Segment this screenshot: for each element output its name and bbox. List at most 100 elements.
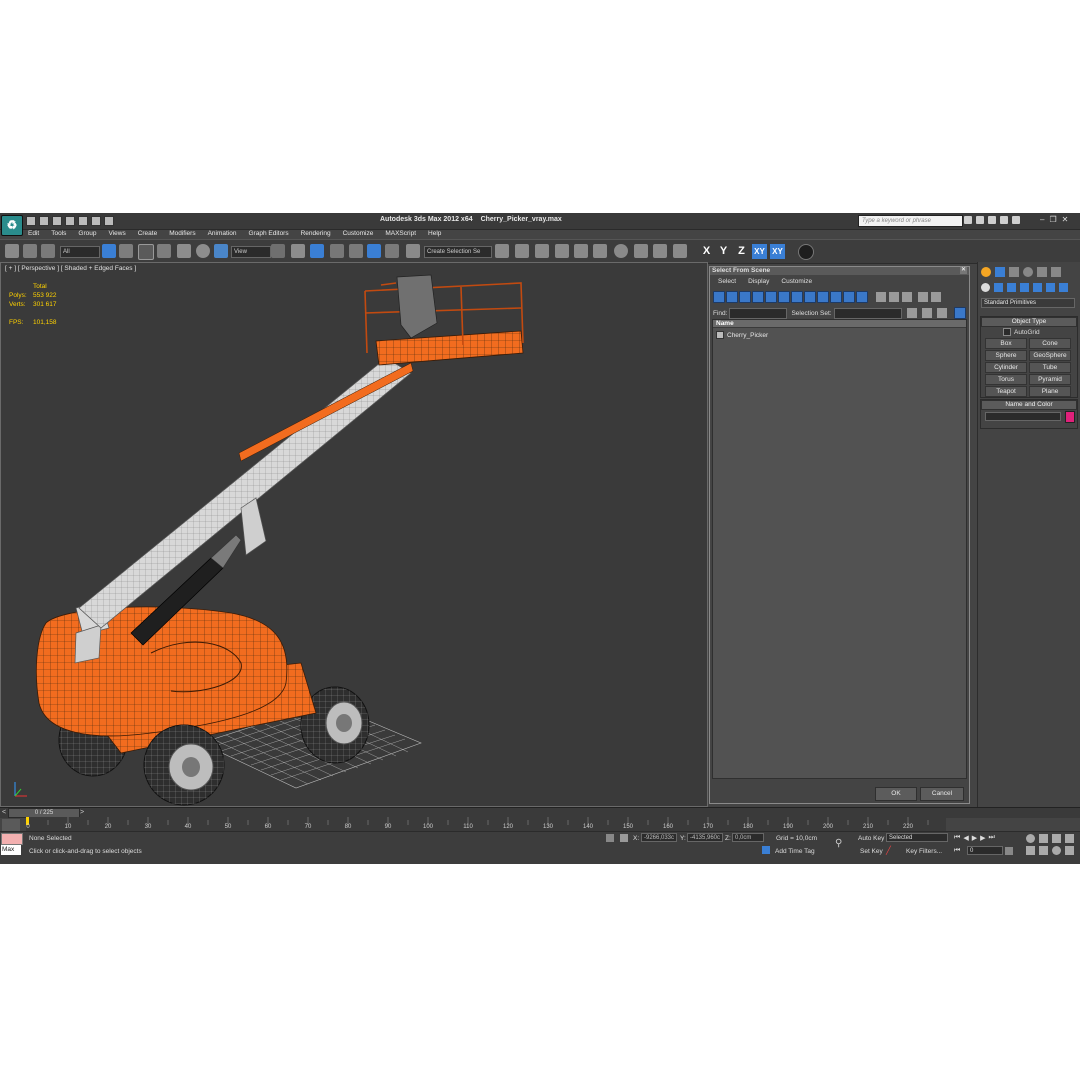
list-item[interactable]: Cherry_Picker xyxy=(716,331,768,339)
primitive-teapot-button[interactable]: Teapot xyxy=(985,386,1027,397)
display-hidden-icon[interactable] xyxy=(856,291,868,303)
find-input[interactable] xyxy=(729,307,788,319)
axis-xy-cycle-button[interactable]: XY xyxy=(770,244,785,259)
create-tab-icon[interactable] xyxy=(981,267,991,277)
display-containers-icon[interactable] xyxy=(830,291,842,303)
keyboard-shortcut-icon[interactable] xyxy=(310,244,324,258)
schematic-view-icon[interactable] xyxy=(593,244,607,258)
axis-xy-button[interactable]: XY xyxy=(752,244,767,259)
autogrid-checkbox[interactable] xyxy=(1003,328,1011,336)
utilities-tab-icon[interactable] xyxy=(1051,267,1061,277)
x-coordinate-field[interactable]: -9266,033c xyxy=(641,833,677,842)
absolute-mode-icon[interactable] xyxy=(620,834,628,842)
menu-rendering[interactable]: Rendering xyxy=(295,229,337,239)
select-by-name-icon[interactable] xyxy=(119,244,133,258)
display-invert-icon[interactable] xyxy=(901,291,913,303)
display-none-icon[interactable] xyxy=(888,291,900,303)
menu-maxscript[interactable]: MAXScript xyxy=(379,229,422,239)
play-icon[interactable]: ▶ xyxy=(972,834,977,842)
scale-icon[interactable] xyxy=(214,244,228,258)
previous-frame-icon[interactable]: ◀ xyxy=(963,834,968,842)
subscription-icon[interactable] xyxy=(976,216,984,224)
primitive-plane-button[interactable]: Plane xyxy=(1029,386,1071,397)
mirror-icon[interactable] xyxy=(495,244,509,258)
dialog-menu-select[interactable]: Select xyxy=(718,278,736,285)
track-bar[interactable]: 0 10 20 30 40 50 60 70 80 90 100 110 120 130 140 150 160… xyxy=(26,817,946,831)
named-selection-dropdown[interactable]: Create Selection Se xyxy=(424,246,492,258)
key-mode-toggle-icon[interactable]: ⏮ xyxy=(954,847,960,855)
cancel-button[interactable]: Cancel xyxy=(920,787,964,801)
selection-set-save-icon[interactable] xyxy=(905,307,918,319)
axis-z-button[interactable]: Z xyxy=(734,244,749,259)
selection-lock-icon[interactable] xyxy=(606,834,614,842)
category-dropdown[interactable]: Standard Primitives xyxy=(981,298,1075,308)
new-file-icon[interactable] xyxy=(26,216,36,226)
filter-options-icon[interactable] xyxy=(930,291,942,303)
next-frame-icon[interactable]: ▶ xyxy=(980,834,985,842)
time-prev-icon[interactable]: < xyxy=(2,809,6,816)
render-production-icon[interactable] xyxy=(673,244,687,258)
layer-manager-icon[interactable] xyxy=(535,244,549,258)
space-warps-icon[interactable] xyxy=(1046,283,1055,292)
display-tab-icon[interactable] xyxy=(1037,267,1047,277)
helpers-icon[interactable] xyxy=(1033,283,1042,292)
edit-named-selection-icon[interactable] xyxy=(406,244,420,258)
y-coordinate-field[interactable]: -4135,960c xyxy=(687,833,723,842)
mini-curve-editor-icon[interactable] xyxy=(2,819,20,831)
menu-create[interactable]: Create xyxy=(132,229,164,239)
menu-help[interactable]: Help xyxy=(422,229,447,239)
menu-edit[interactable]: Edit xyxy=(22,229,45,239)
undo-icon[interactable] xyxy=(65,216,75,226)
go-to-end-icon[interactable]: ⏭ xyxy=(988,834,994,842)
window-crossing-icon[interactable] xyxy=(157,244,171,258)
axis-y-button[interactable]: Y xyxy=(716,244,731,259)
search-input[interactable]: Type a keyword or phrase xyxy=(858,215,963,227)
primitive-cone-button[interactable]: Cone xyxy=(1029,338,1071,349)
pan-view-icon[interactable] xyxy=(1039,846,1048,855)
filter-icon[interactable] xyxy=(917,291,929,303)
reference-coordinate-dropdown[interactable]: View xyxy=(231,246,271,258)
spinner-snap-icon[interactable] xyxy=(385,244,399,258)
favorites-icon[interactable] xyxy=(1000,216,1008,224)
move-icon[interactable] xyxy=(177,244,191,258)
primitive-geosphere-button[interactable]: GeoSphere xyxy=(1029,350,1071,361)
vray-logo-icon[interactable] xyxy=(798,244,814,260)
selection-set-remove-icon[interactable] xyxy=(935,307,948,319)
primitive-pyramid-button[interactable]: Pyramid xyxy=(1029,374,1071,385)
rectangle-selection-icon[interactable] xyxy=(138,244,154,260)
zoom-extents-all-icon[interactable] xyxy=(1065,834,1074,843)
geometry-icon[interactable] xyxy=(981,283,990,292)
display-cameras-icon[interactable] xyxy=(752,291,764,303)
dialog-menu-display[interactable]: Display xyxy=(748,278,769,285)
set-key-button[interactable]: Set Key xyxy=(860,848,883,855)
display-lights-icon[interactable] xyxy=(739,291,751,303)
go-to-start-icon[interactable]: ⏮ xyxy=(954,834,960,842)
save-file-icon[interactable] xyxy=(52,216,62,226)
selection-set-dropdown[interactable] xyxy=(833,307,902,319)
modify-tab-icon[interactable] xyxy=(995,267,1005,277)
menu-graph-editors[interactable]: Graph Editors xyxy=(243,229,295,239)
restore-icon[interactable]: ❐ xyxy=(1049,215,1056,224)
primitive-torus-button[interactable]: Torus xyxy=(985,374,1027,385)
maximize-viewport-icon[interactable] xyxy=(1065,846,1074,855)
object-type-header[interactable]: Object Type xyxy=(981,317,1077,327)
axis-x-button[interactable]: X xyxy=(699,244,714,259)
display-xrefs-icon[interactable] xyxy=(804,291,816,303)
name-color-header[interactable]: Name and Color xyxy=(981,400,1077,410)
sync-selection-icon[interactable] xyxy=(953,307,966,319)
motion-tab-icon[interactable] xyxy=(1023,267,1033,277)
perspective-viewport[interactable]: [ + ] [ Perspective ] [ Shaded + Edged F… xyxy=(0,262,708,807)
time-tag-icon[interactable] xyxy=(762,846,770,854)
menu-customize[interactable]: Customize xyxy=(337,229,380,239)
lights-icon[interactable] xyxy=(1007,283,1016,292)
dialog-menu-customize[interactable]: Customize xyxy=(781,278,812,285)
menu-views[interactable]: Views xyxy=(102,229,131,239)
maxscript-mini-listener[interactable]: Max xyxy=(1,845,21,855)
time-next-icon[interactable]: > xyxy=(80,809,84,816)
column-header-name[interactable]: Name xyxy=(713,320,966,328)
close-icon[interactable]: ✕ xyxy=(1062,215,1069,224)
communication-icon[interactable] xyxy=(988,216,996,224)
menu-modifiers[interactable]: Modifiers xyxy=(163,229,201,239)
systems-icon[interactable] xyxy=(1059,283,1068,292)
primitive-box-button[interactable]: Box xyxy=(985,338,1027,349)
